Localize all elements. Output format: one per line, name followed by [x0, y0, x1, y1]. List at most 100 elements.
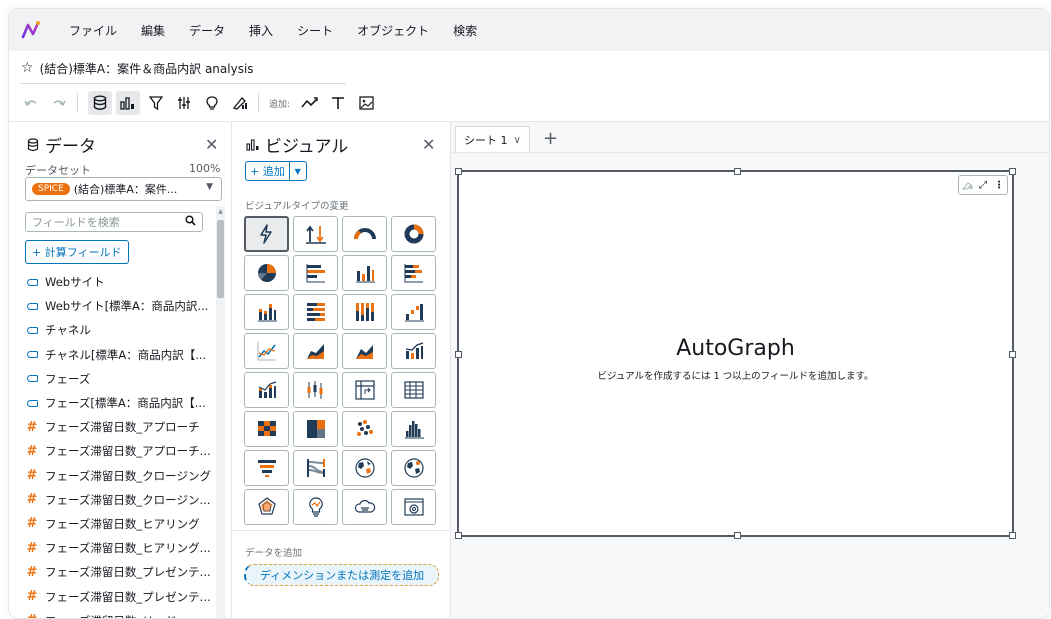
- menu-data[interactable]: データ: [189, 22, 225, 39]
- star-icon[interactable]: ☆: [21, 60, 34, 76]
- field-well-dropzone[interactable]: ディメンションまたは測定を追加: [244, 564, 439, 586]
- dimension-tag-icon: [25, 351, 39, 359]
- visual-type-vertical-bar-button[interactable]: [342, 255, 387, 291]
- dimension-field-item[interactable]: Webサイト: [25, 270, 215, 294]
- visual-type-stacked-horizontal-bar-button[interactable]: [391, 255, 436, 291]
- visual-type-sankey-button[interactable]: [293, 450, 338, 486]
- close-icon[interactable]: ✕: [422, 135, 435, 154]
- visual-type-table-button[interactable]: [391, 372, 436, 408]
- field-search-input[interactable]: フィールドを検索: [25, 212, 203, 232]
- measure-field-item[interactable]: # フェーズ滞留日数_プレゼンテ...: [25, 584, 215, 608]
- visual-type-tree-map-button[interactable]: [293, 411, 338, 447]
- visual-type-gauge-button[interactable]: [342, 216, 387, 252]
- visual-type-heat-map-button[interactable]: [244, 411, 289, 447]
- visual-type-custom-visual-button[interactable]: [391, 489, 436, 525]
- visual-type-autograph-button[interactable]: [244, 216, 289, 252]
- add-visual-button-label: + 追加: [250, 165, 285, 178]
- resize-handle[interactable]: [1009, 351, 1016, 358]
- dimension-field-item[interactable]: フェーズ[標準A：商品内訳【...: [25, 391, 215, 415]
- dataset-select[interactable]: SPICE (結合)標準A：案件... ▼: [25, 177, 222, 201]
- visual-type-histogram-button[interactable]: [391, 411, 436, 447]
- menu-object[interactable]: オブジェクト: [357, 22, 429, 39]
- filter-icon[interactable]: [144, 91, 168, 115]
- resize-handle[interactable]: [455, 168, 462, 175]
- measure-field-item[interactable]: # フェーズ滞留日数_プレゼンテ...: [25, 560, 215, 584]
- menu-edit[interactable]: 編集: [141, 22, 165, 39]
- sheet-tab[interactable]: シート 1 ∨: [455, 126, 530, 153]
- field-label: チャネル[標準A：商品内訳【...: [45, 347, 207, 362]
- add-visual-button[interactable]: + 追加 ▼: [245, 161, 307, 181]
- visual-type-pivot-table-button[interactable]: [342, 372, 387, 408]
- visual-type-insight-button[interactable]: [293, 489, 338, 525]
- dimension-field-item[interactable]: Webサイト[標準A：商品内訳...: [25, 294, 215, 318]
- resize-handle[interactable]: [455, 351, 462, 358]
- measure-field-item[interactable]: # フェーズ滞留日数_クロージン...: [25, 488, 215, 512]
- field-label: フェーズ滞留日数_ヒアリング...: [45, 541, 211, 556]
- quicksight-logo-icon[interactable]: [11, 9, 51, 51]
- chevron-down-icon[interactable]: ∨: [514, 135, 521, 146]
- measure-field-item[interactable]: # フェーズ滞留日数_アプローチ...: [25, 439, 215, 463]
- visuals-icon[interactable]: [116, 91, 140, 115]
- menu-search[interactable]: 検索: [453, 22, 477, 39]
- scrollbar-thumb[interactable]: [217, 220, 224, 298]
- visual-type-horizontal-bar-button[interactable]: [293, 255, 338, 291]
- menu-insert[interactable]: 挿入: [249, 22, 273, 39]
- menu-file[interactable]: ファイル: [69, 22, 117, 39]
- field-search-placeholder: フィールドを検索: [32, 216, 120, 229]
- expand-icon[interactable]: ⤢: [975, 177, 991, 193]
- visual-type-word-cloud-button[interactable]: [342, 489, 387, 525]
- visual-type-vertical-100-bar-button[interactable]: [342, 294, 387, 330]
- menu-sheet[interactable]: シート: [297, 22, 333, 39]
- visual-type-horizontal-100-bar-button[interactable]: [293, 294, 338, 330]
- scroll-up-icon[interactable]: ▲: [216, 208, 225, 215]
- visual-type-area-button[interactable]: [293, 333, 338, 369]
- measure-field-item[interactable]: # フェーズ滞留日数_クロージング: [25, 464, 215, 488]
- autograph-visual[interactable]: ⤢ ⋮ AutoGraph ビジュアルを作成するには 1 つ以上のフィールドを追…: [455, 168, 1016, 539]
- visual-type-radar-button[interactable]: [244, 489, 289, 525]
- visual-type-points-map-button[interactable]: [391, 450, 436, 486]
- add-visual-icon[interactable]: [298, 91, 322, 115]
- visual-type-combo-bar-line-button[interactable]: [391, 333, 436, 369]
- resize-handle[interactable]: [1009, 532, 1016, 539]
- add-text-icon[interactable]: [326, 91, 350, 115]
- analysis-title[interactable]: (結合)標準A：案件＆商品内訳 analysis: [40, 60, 254, 77]
- visual-type-pie-button[interactable]: [244, 255, 289, 291]
- add-calculated-field-button[interactable]: + 計算フィールド: [25, 240, 129, 264]
- add-sheet-icon[interactable]: +: [543, 128, 558, 149]
- parameters-icon[interactable]: [172, 91, 196, 115]
- close-icon[interactable]: ✕: [205, 135, 218, 154]
- caret-down-icon[interactable]: ▼: [288, 162, 306, 180]
- dimension-field-item[interactable]: チャネル: [25, 318, 215, 342]
- visual-type-funnel-button[interactable]: [244, 450, 289, 486]
- format-visual-icon[interactable]: [959, 177, 975, 193]
- database-icon[interactable]: [88, 91, 112, 115]
- visual-type-stacked-vertical-bar-button[interactable]: [244, 294, 289, 330]
- visual-type-donut-button[interactable]: [391, 216, 436, 252]
- more-options-icon[interactable]: ⋮: [991, 177, 1007, 193]
- resize-handle[interactable]: [1009, 168, 1016, 175]
- undo-icon[interactable]: [19, 91, 43, 115]
- visual-type-scatter-button[interactable]: [342, 411, 387, 447]
- resize-handle[interactable]: [734, 532, 741, 539]
- measure-field-item[interactable]: # フェーズ滞留日数_ヒアリング: [25, 512, 215, 536]
- dimension-field-item[interactable]: チャネル[標準A：商品内訳【...: [25, 343, 215, 367]
- visual-menu: ⤢ ⋮: [958, 175, 1008, 195]
- visual-type-waterfall-button[interactable]: [391, 294, 436, 330]
- visual-type-box-plot-button[interactable]: [293, 372, 338, 408]
- measure-field-item[interactable]: # フェーズ滞留日数_ヒアリング...: [25, 536, 215, 560]
- measure-field-item[interactable]: # フェーズ滞留日数_アプローチ: [25, 415, 215, 439]
- themes-icon[interactable]: [228, 91, 252, 115]
- redo-icon[interactable]: [47, 91, 71, 115]
- insights-lightbulb-icon[interactable]: [200, 91, 224, 115]
- dimension-field-item[interactable]: フェーズ: [25, 367, 215, 391]
- resize-handle[interactable]: [734, 168, 741, 175]
- resize-handle[interactable]: [455, 532, 462, 539]
- funnel-icon: [257, 460, 276, 477]
- visual-type-stacked-area-button[interactable]: [342, 333, 387, 369]
- visual-type-combo-stacked-line-button[interactable]: [244, 372, 289, 408]
- add-image-icon[interactable]: [354, 91, 378, 115]
- vertical-bar-icon: [355, 266, 375, 283]
- visual-type-kpi-button[interactable]: [293, 216, 338, 252]
- visual-type-line-button[interactable]: [244, 333, 289, 369]
- visual-type-filled-map-button[interactable]: [342, 450, 387, 486]
